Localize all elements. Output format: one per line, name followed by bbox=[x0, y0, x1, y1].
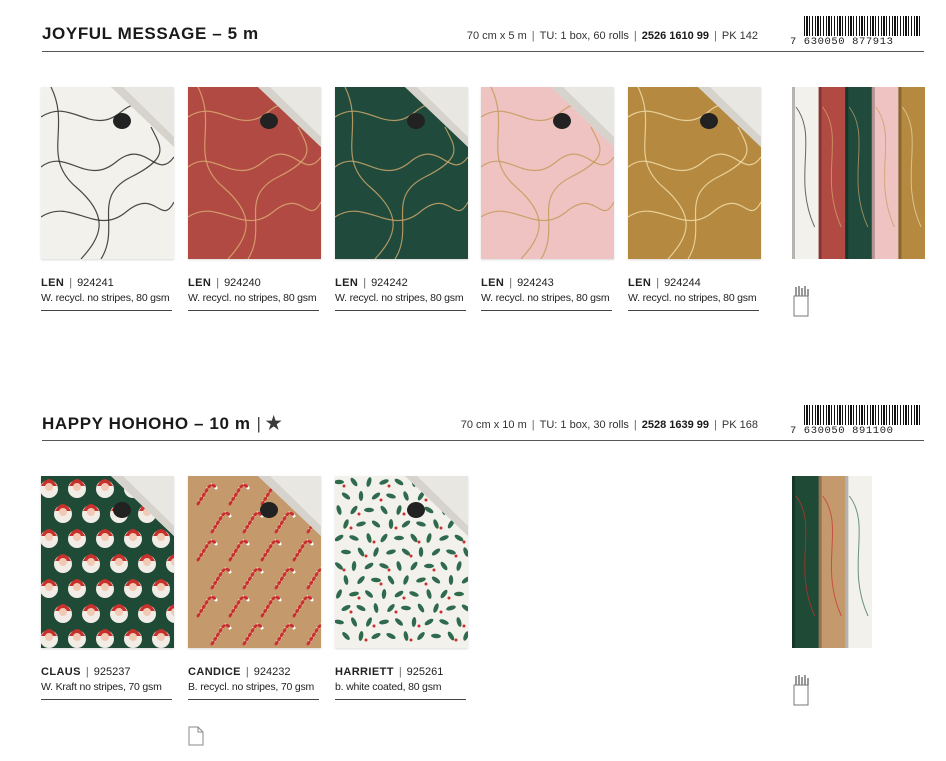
box-pack-icon bbox=[792, 284, 812, 318]
separator: | bbox=[398, 666, 402, 678]
product-name: LEN bbox=[41, 277, 65, 289]
product-card[interactable]: CANDICE | 924232 B. recycl. no stripes, 70… bbox=[188, 476, 321, 700]
pack-count: PK 142 bbox=[721, 30, 758, 42]
product-meta: 70 cm x 5 m | TU: 1 box, 60 rolls | 2526 161… bbox=[467, 30, 758, 42]
product-label: LEN | 924244 bbox=[628, 277, 761, 289]
rolls-stack-image bbox=[792, 87, 925, 259]
separator: | bbox=[85, 666, 89, 678]
title-text: HAPPY HOHOHO – 10 m bbox=[42, 414, 251, 433]
product-code: 924243 bbox=[517, 277, 554, 289]
article-number: 2526 1610 99 bbox=[641, 30, 710, 42]
product-desc: W. recycl. no stripes, 80 gsm bbox=[335, 292, 464, 304]
section-title: JOYFUL MESSAGE – 5 m bbox=[42, 24, 259, 44]
barcode-bars bbox=[804, 16, 922, 36]
card-rule bbox=[41, 310, 172, 311]
size-spec: 70 cm x 10 m bbox=[460, 419, 527, 431]
barcode: 7 630050 891100 bbox=[790, 405, 924, 437]
product-code: 924242 bbox=[371, 277, 408, 289]
card-rule bbox=[628, 310, 759, 311]
separator: | bbox=[531, 30, 535, 42]
card-rule bbox=[188, 310, 319, 311]
product-code: 924241 bbox=[77, 277, 114, 289]
barcode: 7 630050 877913 bbox=[790, 16, 924, 48]
title-text: JOYFUL MESSAGE – 5 m bbox=[42, 24, 259, 43]
barcode-number: 7 630050 877913 bbox=[790, 36, 894, 48]
product-code: 924232 bbox=[253, 666, 291, 678]
product-name: HARRIETT bbox=[335, 666, 394, 678]
separator: | bbox=[245, 666, 249, 678]
product-code: 924240 bbox=[224, 277, 261, 289]
product-desc: W. recycl. no stripes, 80 gsm bbox=[481, 292, 610, 304]
product-code: 925237 bbox=[93, 666, 131, 678]
product-name: LEN bbox=[628, 277, 652, 289]
product-card[interactable]: LEN | 924242 W. recycl. no stripes, 80 gsm bbox=[335, 87, 468, 311]
rolls-stack-image bbox=[792, 476, 872, 648]
product-card[interactable]: CLAUS | 925237 W. Kraft no stripes, 70 gsm bbox=[41, 476, 174, 700]
barcode-bars bbox=[804, 405, 922, 425]
product-swatch bbox=[41, 476, 174, 648]
product-swatch bbox=[481, 87, 614, 259]
separator: | bbox=[714, 30, 717, 42]
trade-unit: TU: 1 box, 60 rolls bbox=[539, 30, 629, 42]
product-card[interactable]: LEN | 924243 W. recycl. no stripes, 80 gsm bbox=[481, 87, 614, 311]
product-card[interactable]: LEN | 924244 W. recycl. no stripes, 80 gsm bbox=[628, 87, 761, 311]
separator: | bbox=[714, 419, 717, 431]
separator: | bbox=[69, 277, 73, 289]
separator: | bbox=[656, 277, 660, 289]
section-rule bbox=[42, 51, 924, 52]
product-name: LEN bbox=[335, 277, 359, 289]
product-meta: 70 cm x 10 m | TU: 1 box, 30 rolls | 2528 16… bbox=[461, 419, 758, 431]
product-desc: b. white coated, 80 gsm bbox=[335, 681, 442, 693]
card-rule bbox=[481, 310, 612, 311]
product-card[interactable]: LEN | 924241 W. recycl. no stripes, 80 gsm bbox=[41, 87, 174, 311]
star-icon: ★ bbox=[265, 413, 283, 433]
product-label: LEN | 924240 bbox=[188, 277, 321, 289]
product-name: CLAUS bbox=[41, 666, 81, 678]
product-swatch bbox=[41, 87, 174, 259]
product-swatch bbox=[335, 87, 468, 259]
separator: | bbox=[216, 277, 220, 289]
separator: | bbox=[256, 414, 262, 433]
card-rule bbox=[188, 699, 319, 700]
product-swatch bbox=[628, 87, 761, 259]
trade-unit: TU: 1 box, 30 rolls bbox=[539, 419, 629, 431]
pack-count: PK 168 bbox=[721, 419, 758, 431]
product-name: CANDICE bbox=[188, 666, 241, 678]
product-desc: W. recycl. no stripes, 80 gsm bbox=[628, 292, 757, 304]
box-pack-icon bbox=[792, 673, 812, 707]
product-desc: W. recycl. no stripes, 80 gsm bbox=[188, 292, 317, 304]
product-swatch bbox=[188, 476, 321, 648]
separator: | bbox=[633, 419, 637, 431]
product-label: LEN | 924242 bbox=[335, 277, 468, 289]
size-spec: 70 cm x 5 m bbox=[466, 30, 527, 42]
product-code: 925261 bbox=[406, 666, 444, 678]
product-desc: W. recycl. no stripes, 80 gsm bbox=[41, 292, 170, 304]
product-desc: B. recycl. no stripes, 70 gsm bbox=[188, 681, 315, 693]
product-label: CLAUS | 925237 bbox=[41, 666, 174, 678]
section-title: HAPPY HOHOHO – 10 m | ★ bbox=[42, 413, 282, 434]
barcode-number: 7 630050 891100 bbox=[790, 425, 894, 437]
product-swatch bbox=[188, 87, 321, 259]
separator: | bbox=[509, 277, 513, 289]
product-label: LEN | 924241 bbox=[41, 277, 174, 289]
separator: | bbox=[531, 419, 535, 431]
section-rule bbox=[42, 440, 924, 441]
product-name: LEN bbox=[188, 277, 212, 289]
product-label: CANDICE | 924232 bbox=[188, 666, 321, 678]
product-label: LEN | 924243 bbox=[481, 277, 614, 289]
card-rule bbox=[335, 699, 466, 700]
product-name: LEN bbox=[481, 277, 505, 289]
product-desc: W. Kraft no stripes, 70 gsm bbox=[41, 681, 162, 693]
article-number: 2528 1639 99 bbox=[641, 419, 710, 431]
separator: | bbox=[363, 277, 367, 289]
product-label: HARRIETT | 925261 bbox=[335, 666, 468, 678]
card-rule bbox=[41, 699, 172, 700]
card-rule bbox=[335, 310, 466, 311]
product-swatch bbox=[335, 476, 468, 648]
document-icon bbox=[188, 726, 204, 746]
product-card[interactable]: HARRIETT | 925261 b. white coated, 80 gsm bbox=[335, 476, 468, 700]
product-code: 924244 bbox=[664, 277, 701, 289]
separator: | bbox=[633, 30, 637, 42]
product-card[interactable]: LEN | 924240 W. recycl. no stripes, 80 gsm bbox=[188, 87, 321, 311]
